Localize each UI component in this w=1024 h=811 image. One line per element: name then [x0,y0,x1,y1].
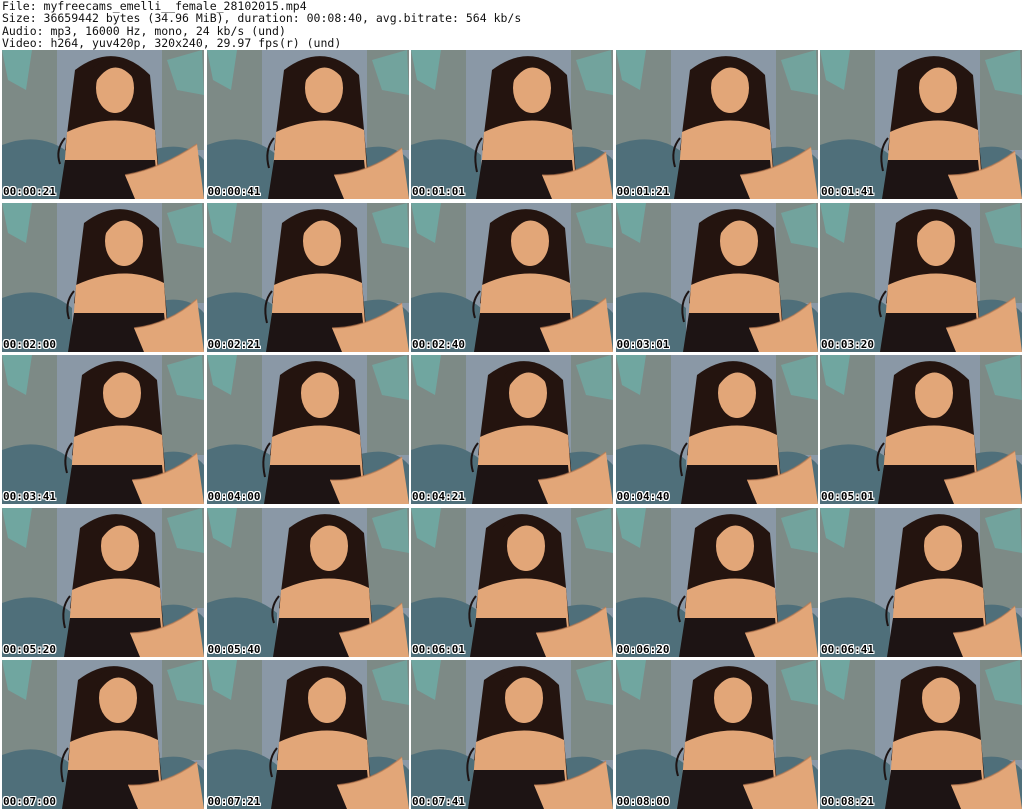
thumbnail-timestamp: 00:06:41 [821,642,874,656]
frame-image [615,660,818,809]
video-thumbnail: 00:04:40 [615,355,818,504]
frame-image [206,50,409,199]
video-thumbnail: 00:02:40 [411,202,613,352]
frame-image [2,507,204,657]
video-thumbnail: 00:03:41 [2,355,204,504]
thumbnail-timestamp: 00:05:01 [821,490,874,503]
thumbnail-timestamp: 00:07:00 [3,795,56,808]
video-thumbnail: 00:06:20 [615,507,818,657]
frame-image [615,355,818,504]
thumbnail-timestamp: 00:07:21 [207,795,261,808]
video-thumbnail: 00:00:21 [2,50,204,199]
thumbnail-timestamp: 00:05:40 [207,642,261,656]
frame-image [411,50,613,199]
frame-image [615,202,818,352]
video-thumbnail: 00:03:20 [820,202,1022,352]
frame-image [411,507,613,657]
frame-image [820,660,1022,809]
video-thumbnail: 00:02:21 [206,202,409,352]
thumbnail-timestamp: 00:01:21 [616,185,670,198]
frame-image [820,202,1022,352]
video-thumbnail: 00:00:41 [206,50,409,199]
thumbnail-timestamp: 00:00:21 [3,185,56,198]
frame-image [206,355,409,504]
thumbnail-timestamp: 00:08:21 [821,795,874,808]
thumbnail-timestamp: 00:03:41 [3,490,56,503]
thumbnail-timestamp: 00:03:01 [616,337,670,351]
frame-image [206,507,409,657]
file-size-line: Size: 36659442 bytes (34.96 MiB), durati… [2,11,522,26]
thumbnail-timestamp: 00:05:20 [3,642,56,656]
frame-image [615,507,818,657]
video-thumbnail: 00:05:40 [206,507,409,657]
thumbnail-timestamp: 00:06:20 [616,642,670,656]
file-info-header: File: myfreecams_emelli__female_28102015… [2,0,1022,50]
thumbnail-timestamp: 00:02:00 [3,337,56,351]
video-thumbnail: 00:02:00 [2,202,204,352]
video-thumbnail: 00:05:01 [820,355,1022,504]
thumbnail-timestamp: 00:04:40 [616,490,670,503]
frame-image [820,355,1022,504]
frame-image [411,660,613,809]
thumbnail-timestamp: 00:06:01 [412,642,465,656]
frame-image [411,202,613,352]
frame-image [615,50,818,199]
video-thumbnail: 00:01:01 [411,50,613,199]
thumbnail-timestamp: 00:02:40 [412,337,465,351]
video-info-line: Video: h264, yuv420p, 320x240, 29.97 fps… [2,35,342,50]
video-thumbnail: 00:06:01 [411,507,613,657]
thumbnail-timestamp: 00:04:00 [207,490,261,503]
thumbnail-timestamp: 00:07:41 [412,795,465,808]
video-thumbnail: 00:07:21 [206,660,409,809]
frame-image [206,202,409,352]
thumbnail-timestamp: 00:00:41 [207,185,261,198]
thumbnail-timestamp: 00:01:01 [412,185,465,198]
thumbnail-timestamp: 00:01:41 [821,185,874,198]
frame-image [411,355,613,504]
frame-image [2,50,204,199]
frame-image [2,202,204,352]
frame-image [2,355,204,504]
frame-image [206,660,409,809]
thumbnail-timestamp: 00:04:21 [412,490,465,503]
thumbnail-timestamp: 00:03:20 [821,337,874,351]
thumbnail-grid: 00:00:21 00:00:41 00:01:01 00:01:21 00:0… [2,50,1022,809]
video-thumbnail: 00:08:21 [820,660,1022,809]
video-thumbnail: 00:07:00 [2,660,204,809]
frame-image [820,507,1022,657]
video-thumbnail: 00:04:21 [411,355,613,504]
video-thumbnail: 00:06:41 [820,507,1022,657]
thumbnail-timestamp: 00:08:00 [616,795,670,808]
video-thumbnail: 00:01:21 [615,50,818,199]
video-thumbnail: 00:04:00 [206,355,409,504]
thumbnail-timestamp: 00:02:21 [207,337,261,351]
frame-image [820,50,1022,199]
video-thumbnail: 00:07:41 [411,660,613,809]
video-thumbnail: 00:05:20 [2,507,204,657]
video-thumbnail: 00:03:01 [615,202,818,352]
frame-image [2,660,204,809]
video-thumbnail: 00:08:00 [615,660,818,809]
video-thumbnail: 00:01:41 [820,50,1022,199]
